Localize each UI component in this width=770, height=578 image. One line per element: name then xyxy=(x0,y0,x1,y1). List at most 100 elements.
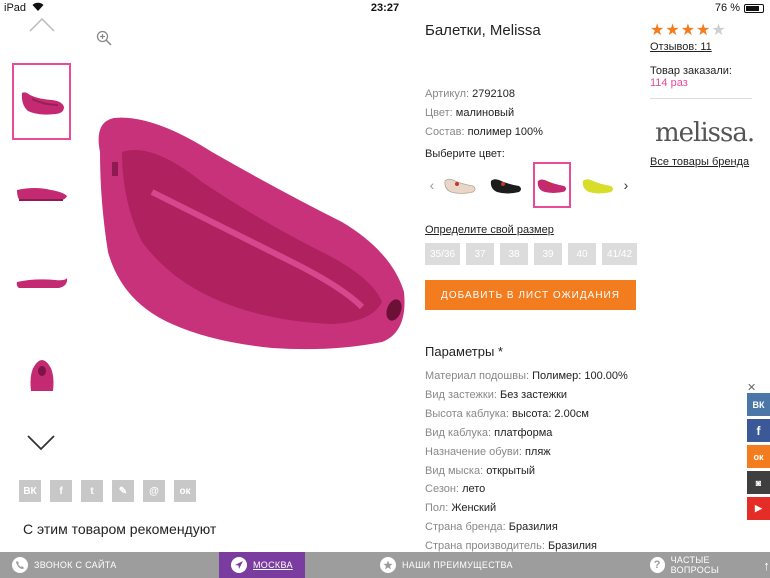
social-odnoklassniki-button[interactable]: ок xyxy=(747,445,770,468)
gallery-thumb[interactable] xyxy=(12,153,71,230)
size-option[interactable]: 41/42 xyxy=(602,243,638,265)
brand-all-products-link[interactable]: Все товары бренда xyxy=(650,156,749,168)
gallery-thumb[interactable] xyxy=(12,333,71,410)
faq-button[interactable]: ? ЧАСТЫЕ ВОПРОСЫ ↑ xyxy=(650,552,770,578)
recommend-title: С этим товаром рекомендуют xyxy=(23,521,217,537)
city-label: МОСКВА xyxy=(253,560,293,570)
prop-value: 2792108 xyxy=(472,88,515,100)
param-row: Сезон: лето xyxy=(425,480,628,499)
params-list: Материал подошвы: Полимер: 100.00% Вид з… xyxy=(425,367,628,556)
param-value: Бразилия xyxy=(547,540,597,553)
param-key: Страна бренда: xyxy=(425,521,506,534)
param-key: Вид мыска: xyxy=(425,464,484,477)
size-option[interactable]: 38 xyxy=(500,243,529,265)
question-icon: ? xyxy=(650,557,665,573)
size-guide-link[interactable]: Определите свой размер xyxy=(425,224,554,236)
share-twitter-button[interactable]: t xyxy=(81,480,103,502)
scroll-top-arrow-icon[interactable]: ↑ xyxy=(763,558,770,573)
advantages-button[interactable]: НАШИ ПРЕИМУЩЕСТВА xyxy=(380,552,513,578)
color-swatch-black[interactable] xyxy=(487,162,525,208)
color-swatch-raspberry[interactable] xyxy=(533,162,571,208)
gallery-thumb[interactable] xyxy=(12,243,71,320)
param-value: открытый xyxy=(486,464,536,477)
size-option[interactable]: 37 xyxy=(466,243,495,265)
size-list: 35/36 37 38 39 40 41/42 xyxy=(425,243,638,265)
social-instagram-button[interactable]: ◙ xyxy=(747,471,770,494)
brand-logo[interactable]: melissa. xyxy=(655,118,755,148)
callback-button[interactable]: ЗВОНОК С САЙТА xyxy=(12,552,117,578)
param-key: Материал подошвы: xyxy=(425,370,530,382)
param-row: Материал подошвы: Полимер: 100.00% xyxy=(425,367,628,386)
share-email-button[interactable]: @ xyxy=(143,480,165,502)
gallery-up-arrow-icon[interactable] xyxy=(29,17,55,37)
param-value: Женский xyxy=(451,502,497,515)
prop-row: Состав: полимер 100% xyxy=(425,123,543,142)
share-buttons: ВК f t ✎ @ ок xyxy=(19,480,196,502)
param-key: Страна производитель: xyxy=(425,540,545,553)
param-row: Назначение обуви: пляж xyxy=(425,443,628,462)
ordered-unit: раз xyxy=(670,77,688,89)
divider xyxy=(650,98,752,99)
color-next-icon[interactable]: › xyxy=(621,177,631,193)
product-title: Балетки, Melissa xyxy=(425,22,541,39)
param-value: Без застежки xyxy=(499,388,568,401)
param-value: лето xyxy=(462,483,486,496)
prop-key: Артикул: xyxy=(425,88,470,100)
param-row: Вид застежки: Без застежки xyxy=(425,386,628,405)
social-facebook-button[interactable]: f xyxy=(747,419,770,442)
share-facebook-button[interactable]: f xyxy=(50,480,72,502)
ordered-label: Товар заказали: xyxy=(650,65,732,77)
zoom-icon[interactable] xyxy=(96,30,112,51)
add-to-waitlist-button[interactable]: ДОБАВИТЬ В ЛИСТ ОЖИДАНИЯ xyxy=(425,280,636,310)
location-icon xyxy=(231,557,247,573)
star-filled-icon: ★ xyxy=(650,22,665,39)
prop-row: Цвет: малиновый xyxy=(425,104,543,123)
param-key: Сезон: xyxy=(425,483,459,496)
param-key: Назначение обуви: xyxy=(425,445,522,458)
battery-percent: 76 % xyxy=(714,2,740,14)
prop-value: полимер 100% xyxy=(467,126,543,138)
size-option[interactable]: 40 xyxy=(568,243,597,265)
size-option[interactable]: 39 xyxy=(534,243,563,265)
share-odnoklassniki-button[interactable]: ок xyxy=(174,480,196,502)
ordered-number: 114 xyxy=(650,77,668,89)
star-icon xyxy=(380,557,396,573)
rating-stars: ★ ★ ★ ★ ★ xyxy=(650,23,726,39)
gallery-down-arrow-icon[interactable] xyxy=(27,435,55,456)
status-bar: iPad 23:27 76 % xyxy=(0,0,770,16)
size-option[interactable]: 35/36 xyxy=(425,243,461,265)
param-row: Высота каблука: высота: 2.00см xyxy=(425,405,628,424)
param-row: Пол: Женский xyxy=(425,499,628,518)
color-swatch-beige[interactable] xyxy=(441,162,479,208)
param-key: Пол: xyxy=(425,502,449,515)
color-selector: ‹ › xyxy=(427,162,631,208)
param-key: Вид каблука: xyxy=(425,426,492,439)
star-empty-icon: ★ xyxy=(711,22,726,39)
phone-icon xyxy=(12,557,28,573)
star-filled-icon: ★ xyxy=(696,22,711,39)
param-value: платформа xyxy=(494,426,553,439)
prop-key: Состав: xyxy=(425,126,465,138)
share-livejournal-button[interactable]: ✎ xyxy=(112,480,134,502)
param-value: пляж xyxy=(524,445,551,458)
faq-label: ЧАСТЫЕ ВОПРОСЫ xyxy=(670,555,720,575)
param-value: Бразилия xyxy=(508,521,558,534)
color-swatch-yellow[interactable] xyxy=(579,162,617,208)
star-filled-icon: ★ xyxy=(665,22,680,39)
reviews-link[interactable]: Отзывов: 11 xyxy=(650,41,712,53)
product-props: Артикул: 2792108 Цвет: малиновый Состав:… xyxy=(425,85,543,142)
callback-label: ЗВОНОК С САЙТА xyxy=(34,560,117,570)
color-prev-icon[interactable]: ‹ xyxy=(427,177,437,193)
params-title: Параметры * xyxy=(425,344,503,359)
bottom-bar: ЗВОНОК С САЙТА МОСКВА НАШИ ПРЕИМУЩЕСТВА … xyxy=(0,552,770,578)
social-youtube-button[interactable]: ▶ xyxy=(747,497,770,520)
battery-icon xyxy=(744,3,764,13)
param-value: высота: 2.00см xyxy=(512,407,589,420)
product-main-image[interactable] xyxy=(92,112,410,352)
social-vk-button[interactable]: ВК xyxy=(747,393,770,416)
city-select-button[interactable]: МОСКВА xyxy=(219,552,305,578)
param-row: Вид мыска: открытый xyxy=(425,462,628,481)
share-vk-button[interactable]: ВК xyxy=(19,480,41,502)
ordered-count: Товар заказали: 114 раз xyxy=(650,65,750,89)
gallery-thumb[interactable] xyxy=(12,63,71,140)
